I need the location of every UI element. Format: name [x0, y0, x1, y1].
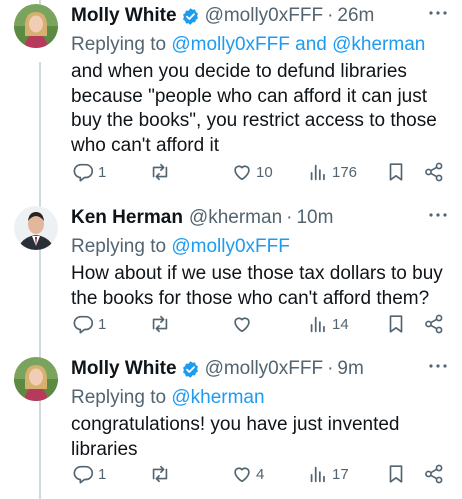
- replying-prefix: Replying to: [71, 236, 172, 257]
- share-button[interactable]: [423, 161, 445, 183]
- bookmark-button[interactable]: [385, 463, 407, 485]
- post-text: How about if we use those tax dollars to…: [71, 263, 443, 309]
- verified-badge-icon: [182, 7, 198, 25]
- author-handle[interactable]: @molly0xFFF: [205, 5, 324, 27]
- view-count: 14: [332, 315, 349, 333]
- share-icon: [425, 464, 443, 484]
- author-handle[interactable]: @kherman: [189, 207, 282, 229]
- heart-icon: [234, 317, 250, 333]
- post-text: congratulations! you have just invented …: [71, 414, 400, 460]
- repost-icon: [152, 163, 168, 181]
- more-icon[interactable]: [428, 212, 448, 218]
- reply-count: 1: [98, 465, 107, 483]
- mention-link[interactable]: @kherman: [171, 387, 264, 408]
- view-count: 17: [332, 465, 349, 483]
- view-count: 176: [332, 163, 358, 181]
- avatar[interactable]: [14, 357, 58, 401]
- bookmark-icon: [389, 163, 403, 181]
- like-button[interactable]: [231, 313, 256, 335]
- repost-button[interactable]: [149, 313, 174, 335]
- mention-link[interactable]: @kherman: [332, 34, 425, 55]
- post-text: and when you decide to defund libraries …: [71, 61, 437, 156]
- post[interactable]: Ken Herman @kherman · 10m Replying to @m…: [0, 202, 462, 347]
- separator-dot: ·: [327, 358, 334, 379]
- bookmark-button[interactable]: [385, 313, 407, 335]
- more-icon[interactable]: [428, 10, 448, 16]
- post-time[interactable]: 9m: [337, 358, 363, 380]
- replying-to: Replying to @molly0xFFF: [71, 234, 448, 259]
- post[interactable]: Molly White @molly0xFFF · 9m Replying to…: [0, 353, 462, 499]
- reply-icon: [73, 163, 94, 182]
- share-button[interactable]: [423, 463, 445, 485]
- views-button[interactable]: 14: [307, 313, 349, 335]
- mention-link[interactable]: @molly0xFFF: [171, 236, 290, 257]
- reply-button[interactable]: 1: [73, 463, 106, 485]
- post-time[interactable]: 26m: [337, 5, 374, 27]
- repost-button[interactable]: [149, 161, 174, 183]
- share-button[interactable]: [423, 313, 445, 335]
- reply-icon: [73, 465, 94, 484]
- views-icon: [310, 164, 325, 181]
- separator-dot: ·: [286, 207, 293, 228]
- avatar[interactable]: [14, 4, 58, 48]
- post[interactable]: Molly White @molly0xFFF · 26m Replying t…: [0, 0, 462, 190]
- like-button[interactable]: 10: [231, 161, 273, 183]
- views-button[interactable]: 176: [307, 161, 357, 183]
- reply-count: 1: [98, 163, 107, 181]
- bookmark-button[interactable]: [385, 161, 407, 183]
- post-time[interactable]: 10m: [296, 207, 333, 229]
- bookmark-icon: [389, 465, 403, 483]
- heart-icon: [234, 467, 250, 483]
- more-icon[interactable]: [428, 363, 448, 369]
- author-name[interactable]: Ken Herman: [71, 207, 183, 229]
- reply-icon: [73, 315, 94, 334]
- repost-icon: [152, 465, 168, 483]
- author-name[interactable]: Molly White: [71, 358, 177, 380]
- separator-dot: ·: [327, 5, 334, 26]
- avatar[interactable]: [14, 206, 58, 250]
- replying-joiner: and: [289, 34, 333, 55]
- reply-count: 1: [98, 315, 107, 333]
- repost-icon: [152, 315, 168, 333]
- views-icon: [310, 316, 325, 333]
- replying-to: Replying to @kherman: [71, 385, 448, 410]
- like-count: 4: [256, 465, 265, 483]
- like-button[interactable]: 4: [231, 463, 264, 485]
- replying-to: Replying to @molly0xFFF and @kherman: [71, 32, 448, 57]
- verified-badge-icon: [182, 360, 198, 378]
- replying-prefix: Replying to: [71, 34, 172, 55]
- share-icon: [425, 314, 443, 334]
- share-icon: [425, 162, 443, 182]
- author-handle[interactable]: @molly0xFFF: [205, 358, 324, 380]
- like-count: 10: [256, 163, 273, 181]
- repost-button[interactable]: [149, 463, 174, 485]
- views-button[interactable]: 17: [307, 463, 349, 485]
- mention-link[interactable]: @molly0xFFF: [171, 34, 290, 55]
- replying-prefix: Replying to: [71, 387, 172, 408]
- views-icon: [310, 466, 325, 483]
- heart-icon: [234, 165, 250, 181]
- author-name[interactable]: Molly White: [71, 5, 177, 27]
- reply-button[interactable]: 1: [73, 161, 106, 183]
- reply-button[interactable]: 1: [73, 313, 106, 335]
- bookmark-icon: [389, 315, 403, 333]
